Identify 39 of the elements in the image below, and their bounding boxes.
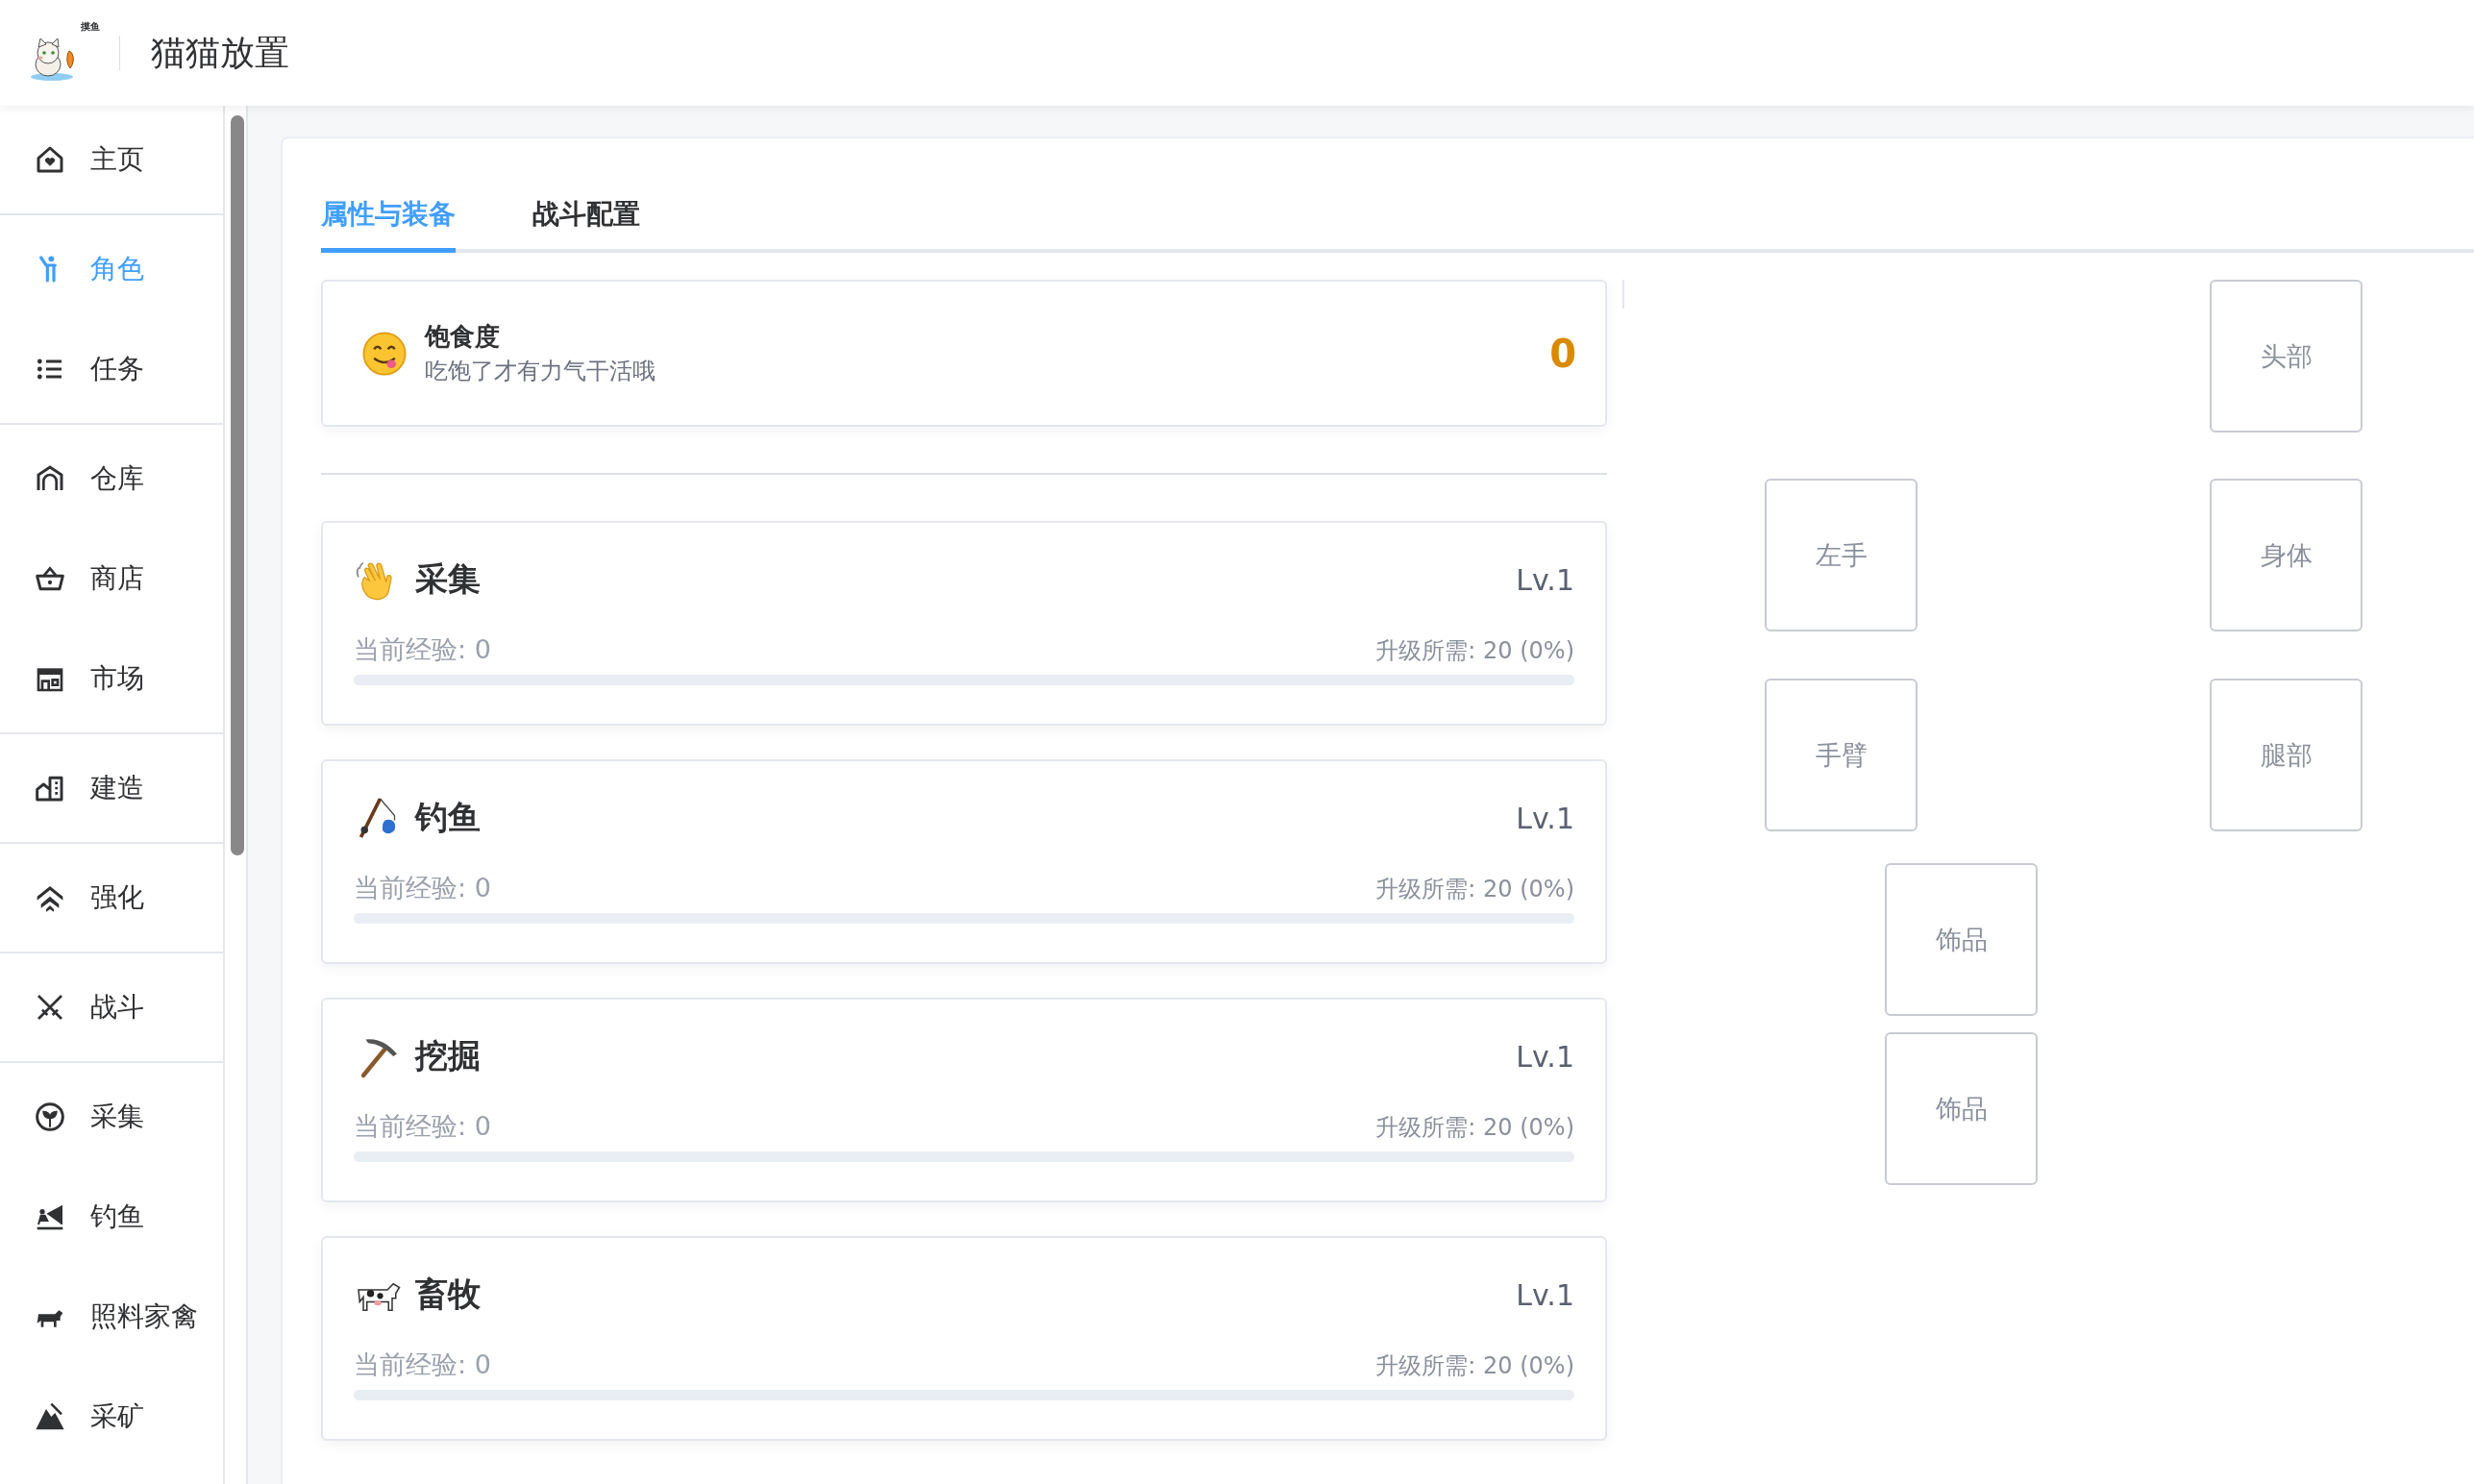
sprout-icon	[35, 1101, 65, 1132]
exp-required: 升级所需: 20 (0%)	[1375, 1113, 1574, 1143]
current-exp: 当前经验: 0	[354, 1110, 491, 1143]
sidebar-item[interactable]: 建造	[0, 738, 223, 838]
logo-caption: 摸鱼	[81, 20, 100, 34]
current-exp: 当前经验: 0	[354, 872, 491, 904]
exp-required: 升级所需: 20 (0%)	[1375, 875, 1574, 904]
skill-level: Lv.1	[1516, 801, 1574, 835]
tab[interactable]: 战斗配置	[532, 196, 640, 253]
sidebar-item[interactable]: 市场	[0, 629, 223, 729]
skill-name: 畜牧	[415, 1274, 482, 1315]
sidebar-item[interactable]: 仓库	[0, 429, 223, 529]
current-exp: 当前经验: 0	[354, 1348, 491, 1381]
sidebar-item[interactable]: 钓鱼	[0, 1167, 223, 1267]
exp-required: 升级所需: 20 (0%)	[1375, 636, 1574, 666]
sidebar-item[interactable]: 商店	[0, 529, 223, 629]
scrollbar-thumb[interactable]	[231, 115, 244, 855]
skill-level: Lv.1	[1516, 1277, 1574, 1312]
sidebar-item[interactable]: 主页	[0, 110, 223, 210]
skill-level: Lv.1	[1516, 1039, 1574, 1074]
satiety-value: 0	[1549, 331, 1576, 376]
sidebar-item[interactable]: 采矿	[0, 1367, 223, 1467]
sidebar-item[interactable]: 照料家禽	[0, 1267, 223, 1367]
smiley-face-icon	[361, 330, 408, 377]
sidebar-item[interactable]: 任务	[0, 319, 223, 419]
exp-required: 升级所需: 20 (0%)	[1375, 1351, 1574, 1381]
mountain-icon	[35, 1401, 65, 1432]
skill-level: Lv.1	[1516, 562, 1574, 597]
sidebar-item[interactable]: 战斗	[0, 957, 223, 1057]
skill-name: 挖掘	[415, 1035, 482, 1076]
skill-name: 钓鱼	[415, 797, 482, 838]
current-exp: 当前经验: 0	[354, 633, 491, 666]
satiety-title: 饱食度	[425, 321, 501, 353]
app-title: 猫猫放置	[151, 31, 289, 74]
house-heart-icon	[35, 144, 65, 175]
skill-name: 采集	[415, 558, 482, 600]
sidebar-item[interactable]: 采集	[0, 1067, 223, 1167]
sidebar-item[interactable]: 强化	[0, 848, 223, 948]
satiety-subtitle: 吃饱了才有力气干活哦	[425, 357, 656, 386]
